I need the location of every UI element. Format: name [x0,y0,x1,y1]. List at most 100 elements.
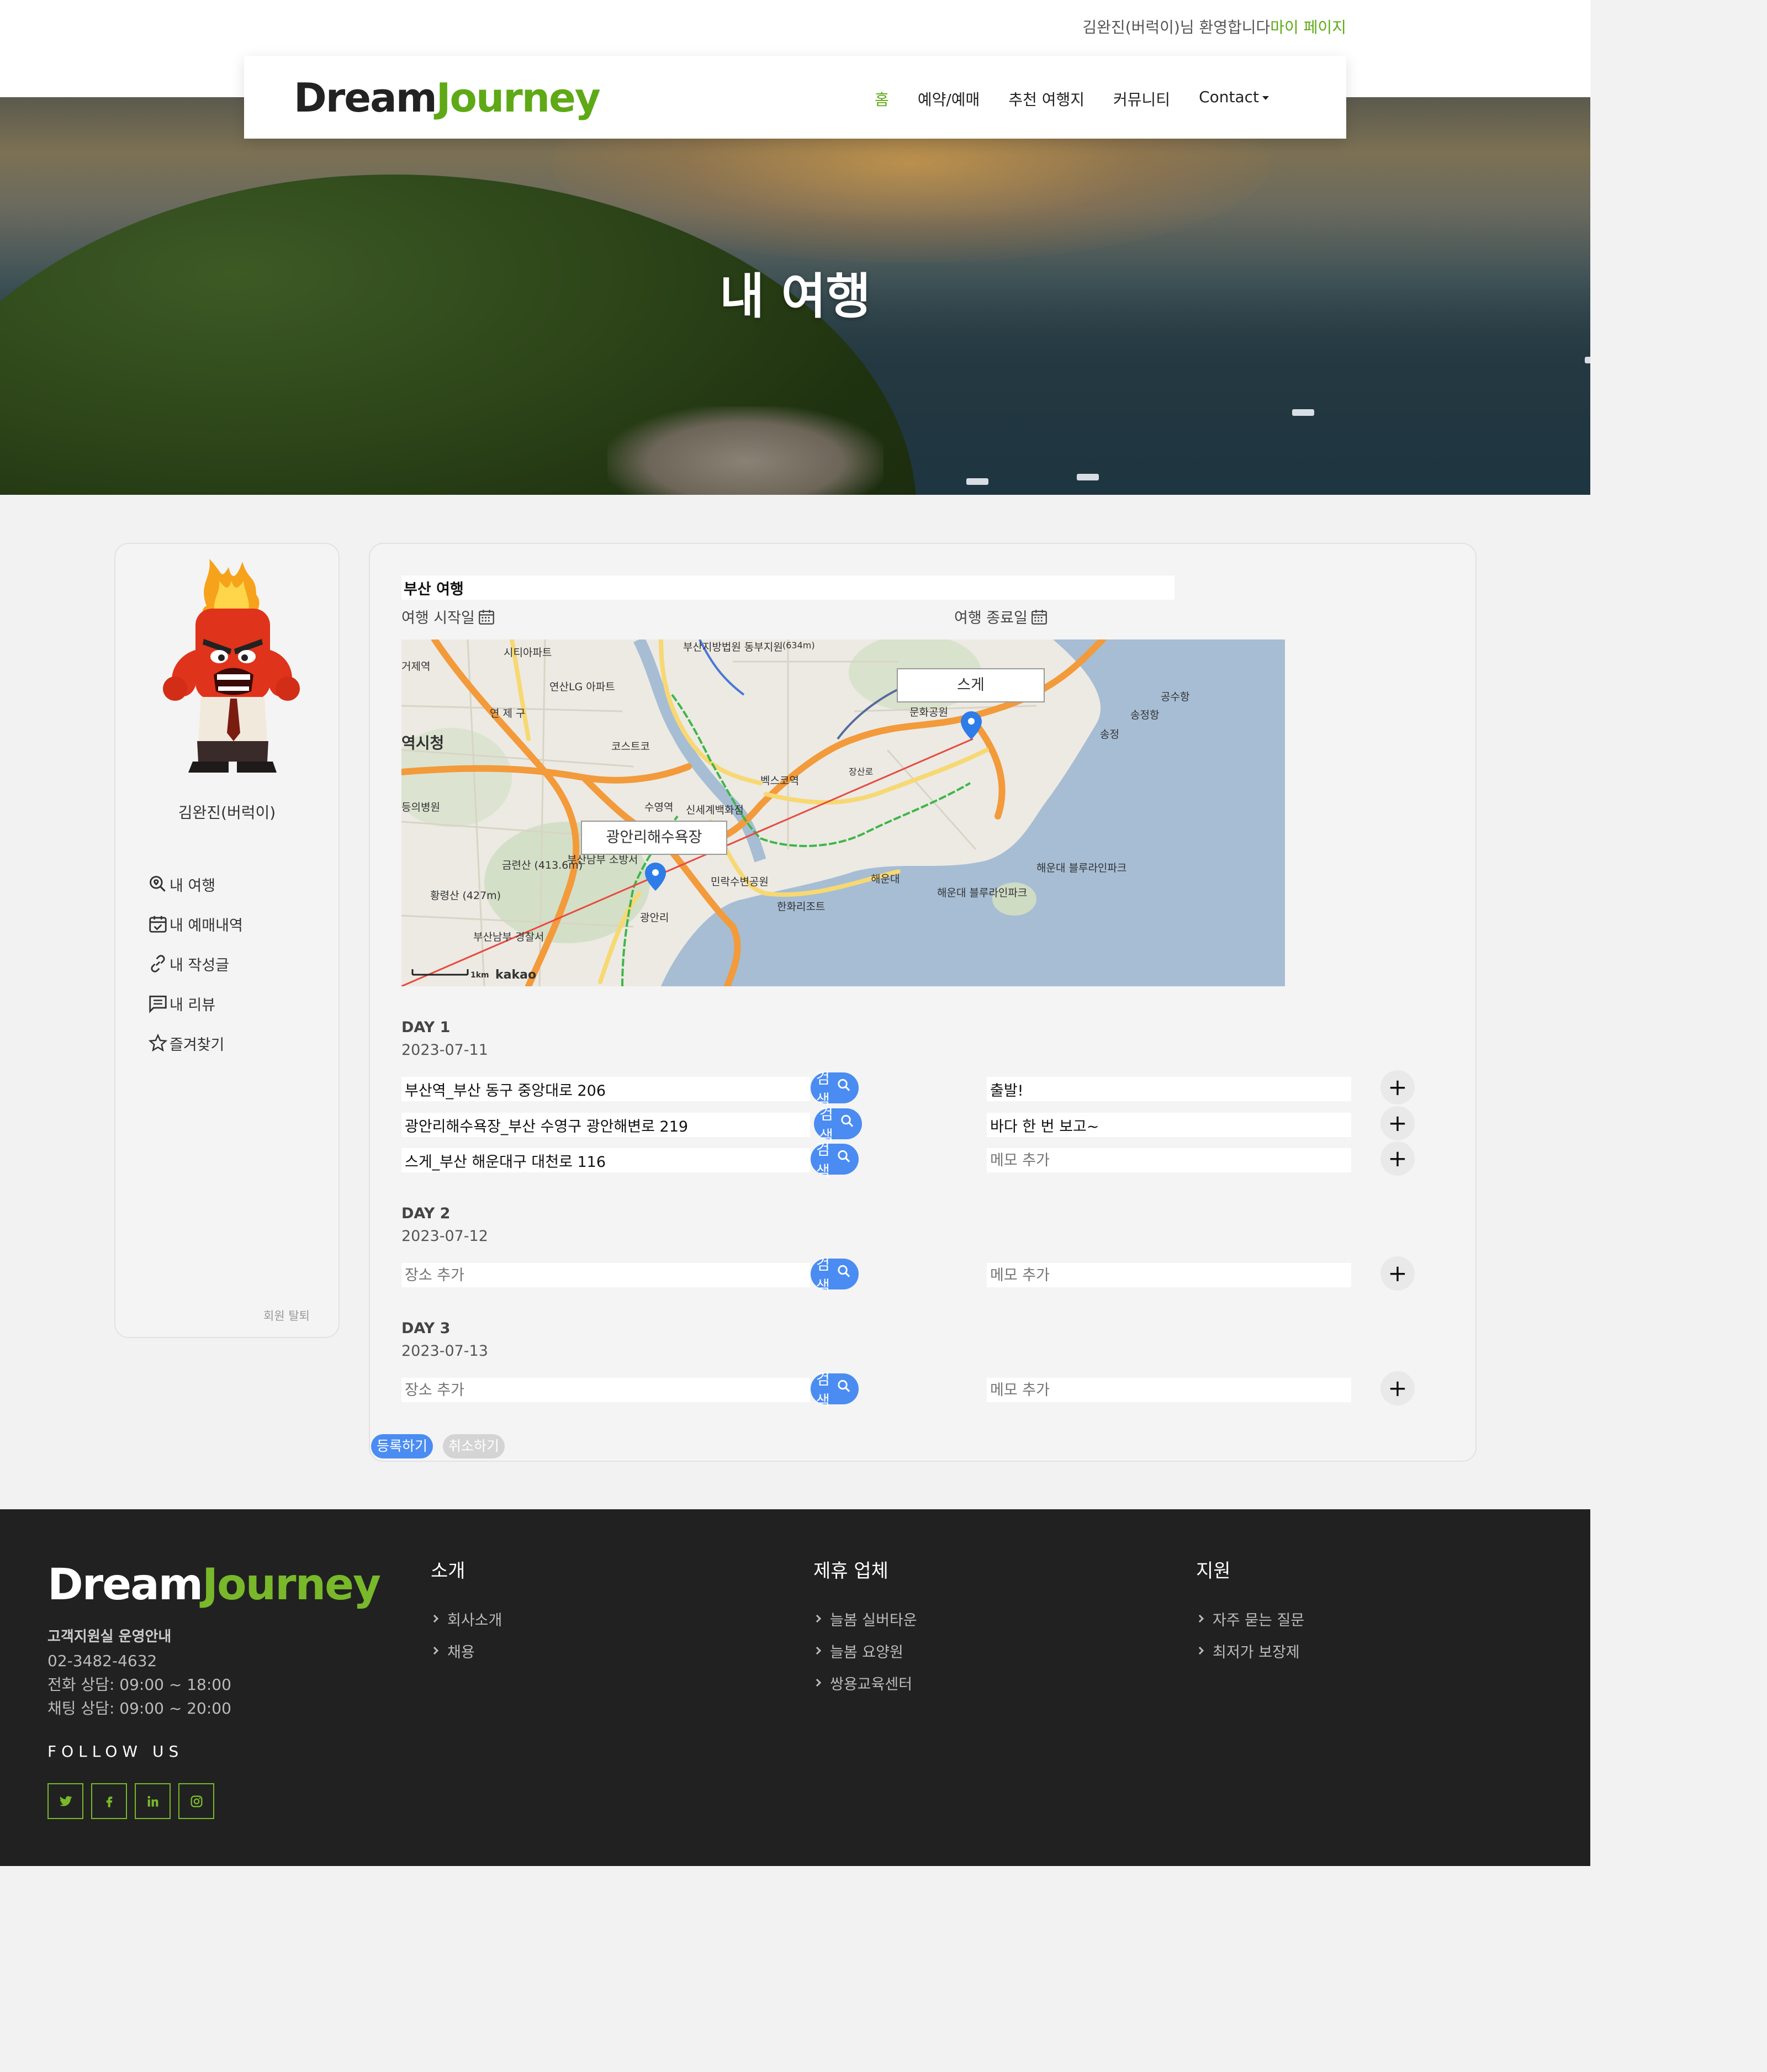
add-row-button[interactable]: + [1380,1070,1415,1104]
memo-input[interactable] [987,1263,1351,1287]
footer-link[interactable]: 회사소개 [430,1603,502,1635]
menu-my-bookings[interactable]: 내 예매내역 [147,904,243,944]
footer-column-support: 지원 자주 묻는 질문 최저가 보장제 [1195,1556,1304,1667]
footer-link[interactable]: 자주 묻는 질문 [1195,1603,1304,1635]
submit-button[interactable]: 등록하기 [371,1434,433,1458]
footer-link[interactable]: 늘봄 요양원 [813,1635,917,1667]
avatar [163,559,300,773]
place-input[interactable] [401,1148,810,1172]
svg-text:송정: 송정 [1100,728,1119,741]
caret-down-icon [1262,96,1269,100]
footer-column-partners: 제휴 업체 늘봄 실버타운 늘봄 요양원 쌍용교육센터 [813,1556,917,1699]
search-button[interactable]: 검색 [814,1106,862,1145]
nav-recommended[interactable]: 추천 여행지 [1008,88,1084,110]
facebook-icon [106,1796,112,1807]
footer-column-title: 지원 [1196,1560,1231,1582]
search-icon [838,1265,850,1277]
search-location-icon [150,876,166,892]
memo-input[interactable] [987,1378,1351,1402]
linkedin-link[interactable] [135,1783,171,1819]
footer-link-label: 채용 [447,1643,475,1661]
svg-text:황령산 (427m): 황령산 (427m) [430,890,501,902]
nav-contact-dropdown[interactable]: Contact [1199,88,1269,110]
day-date: 2023-07-13 [401,1342,488,1360]
menu-label: 내 작성글 [170,956,229,974]
chevron-right-icon [1195,1614,1204,1623]
trip-end-date[interactable]: 여행 종료일 [954,606,1049,627]
rocks-backdrop [607,406,884,495]
nav-booking[interactable]: 예약/예매 [918,88,980,110]
mypage-link[interactable]: 마이 페이지 [1270,18,1346,36]
map-pin-label[interactable]: 스게 [897,668,1045,702]
svg-text:(634m): (634m) [782,640,815,651]
cancel-button[interactable]: 취소하기 [443,1434,505,1458]
menu-favorites[interactable]: 즐겨찾기 [147,1023,243,1063]
facebook-link[interactable] [91,1783,127,1819]
place-input[interactable] [401,1113,810,1137]
svg-text:공수항: 공수항 [1161,691,1189,703]
day-header: DAY 1 2023-07-11 [401,1019,488,1059]
menu-my-reviews[interactable]: 내 리뷰 [147,984,243,1023]
boat-shape [1077,474,1099,480]
footer-column-about: 소개 회사소개 채용 [430,1556,502,1667]
memo-input[interactable] [987,1148,1351,1172]
end-date-label: 여행 종료일 [954,610,1028,627]
calendar-icon[interactable] [1030,607,1049,626]
map-pin-label[interactable]: 광안리해수욕장 [581,821,727,855]
footer-link[interactable]: 늘봄 실버타운 [813,1603,917,1635]
map-canvas[interactable]: 역시청 연 제 구 연산LG 아파트 시티아파트 부산지방법원 동부지원 (63… [401,639,1285,986]
search-button[interactable]: 검색 [811,1371,859,1410]
logo-part-dream: Dream [47,1560,203,1610]
trip-name-input[interactable] [401,575,1175,600]
footer-link[interactable]: 최저가 보장제 [1195,1635,1304,1667]
withdraw-link[interactable]: 회원 탈퇴 [263,1307,310,1324]
star-icon [148,1033,168,1052]
svg-text:연산LG 아파트: 연산LG 아파트 [549,681,615,693]
svg-text:한화리조트: 한화리조트 [777,901,825,913]
add-row-button[interactable]: + [1380,1256,1415,1291]
svg-text:벡스코역: 벡스코역 [760,775,799,787]
twitter-icon [59,1795,72,1806]
place-input[interactable] [401,1378,810,1402]
site-logo[interactable]: DreamJourney [294,75,601,121]
footer: DreamJourney 고객지원실 운영안내 02-3482-4632 전화 … [0,1509,1590,1866]
nav-community[interactable]: 커뮤니티 [1113,88,1170,110]
search-button[interactable]: 검색 [811,1141,859,1180]
search-button[interactable]: 검색 [811,1070,859,1109]
logo-part-dream: Dream [294,75,437,121]
footer-link[interactable]: 채용 [430,1635,502,1667]
place-input[interactable] [401,1263,810,1287]
hero-banner: 내 여행 [0,97,1590,495]
instagram-link[interactable] [178,1783,214,1819]
svg-text:kakao: kakao [495,968,536,982]
menu-my-posts[interactable]: 내 작성글 [147,944,243,984]
add-row-button[interactable]: + [1380,1141,1415,1176]
svg-text:부산남부 경찰서: 부산남부 경찰서 [473,931,544,943]
navbar: DreamJourney 홈 예약/예매 추천 여행지 커뮤니티 Contact [244,56,1346,139]
twitter-link[interactable] [47,1783,83,1819]
add-row-button[interactable]: + [1380,1106,1415,1140]
svg-text:코스트코: 코스트코 [611,741,650,753]
svg-text:광안리: 광안리 [640,912,669,924]
memo-input[interactable] [987,1113,1351,1137]
search-button-label: 검색 [816,1256,830,1295]
menu-label: 내 리뷰 [170,996,216,1014]
footer-logo[interactable]: DreamJourney [47,1560,381,1610]
footer-link[interactable]: 쌍용교육센터 [813,1667,917,1699]
svg-text:민락수변공원: 민락수변공원 [711,876,769,888]
add-row-button[interactable]: + [1380,1371,1415,1405]
memo-input[interactable] [987,1077,1351,1101]
day-title: DAY 2 [401,1205,451,1222]
trip-start-date[interactable]: 여행 시작일 [401,606,496,627]
nav-home[interactable]: 홈 [875,88,889,110]
nav-contact-label: Contact [1199,88,1259,106]
search-icon [838,1379,850,1392]
place-input[interactable] [401,1077,810,1101]
boat-shape [1585,357,1590,363]
support-phone: 02-3482-4632 [47,1652,157,1670]
menu-my-trips[interactable]: 내 여행 [147,864,243,904]
calendar-icon[interactable] [477,607,496,626]
search-button[interactable]: 검색 [811,1256,859,1295]
footer-link-label: 회사소개 [447,1611,502,1629]
route-map[interactable]: 역시청 연 제 구 연산LG 아파트 시티아파트 부산지방법원 동부지원 (63… [401,639,1285,986]
